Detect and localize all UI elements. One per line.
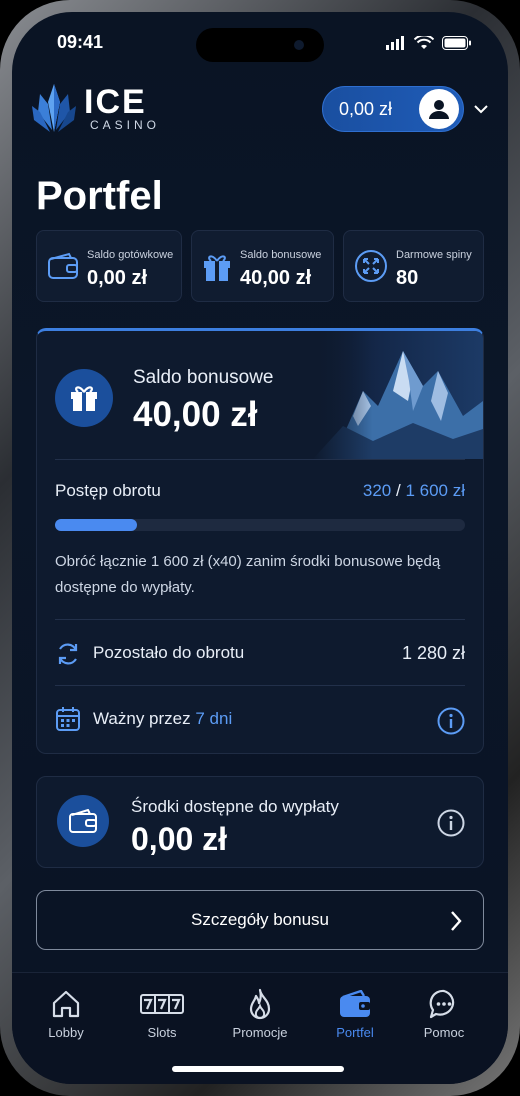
stat-value: 80 bbox=[396, 267, 419, 289]
withdrawable-label: Środki dostępne do wypłaty bbox=[131, 797, 339, 816]
bonus-balance-card: Saldo bonusowe 40,00 zł Postęp obrotu 32… bbox=[36, 328, 484, 754]
gift-icon bbox=[71, 386, 97, 411]
page-title: Portfel bbox=[36, 174, 163, 218]
stat-label: Darmowe spiny bbox=[396, 249, 472, 261]
ice-casino-logo[interactable]: ICE CASINO bbox=[30, 82, 160, 136]
nav-label: Promocje bbox=[232, 1025, 288, 1040]
status-time: 09:41 bbox=[57, 32, 104, 52]
wagering-progress-numbers: 320 / 1 600 zł bbox=[362, 481, 465, 500]
info-icon[interactable] bbox=[437, 707, 465, 735]
bonus-balance-label: Saldo bonusowe bbox=[133, 367, 274, 388]
bonus-details-button[interactable]: Szczegóły bonusu bbox=[36, 890, 484, 950]
gift-icon bbox=[204, 255, 230, 281]
screen: 09:41 ICE CASINO 0,00 zł Portfel Saldo g… bbox=[12, 12, 508, 1084]
dynamic-island bbox=[196, 28, 324, 62]
refresh-icon bbox=[58, 643, 78, 665]
nav-item-lobby[interactable]: Lobby bbox=[26, 987, 106, 1040]
crystal-logo-icon bbox=[32, 84, 76, 132]
bonus-gift-badge bbox=[55, 369, 113, 427]
remaining-wager-label: Pozostało do obrotu bbox=[93, 643, 245, 662]
calendar-icon bbox=[56, 707, 80, 731]
divider bbox=[55, 685, 465, 686]
account-balance-button[interactable]: 0,00 zł bbox=[322, 86, 464, 132]
divider bbox=[55, 459, 465, 460]
chevron-right-icon bbox=[451, 911, 462, 931]
slots-icon bbox=[140, 994, 184, 1014]
wifi-icon bbox=[414, 36, 434, 49]
signal-icon bbox=[386, 36, 404, 50]
wallet-icon bbox=[48, 252, 78, 279]
validity-row: Ważny przez 7 dni bbox=[93, 709, 232, 729]
logo-subtitle: CASINO bbox=[90, 118, 161, 132]
user-icon bbox=[429, 100, 449, 119]
nav-item-promotions[interactable]: Promocje bbox=[220, 987, 300, 1040]
wallet-icon bbox=[69, 809, 97, 833]
nav-label: Pomoc bbox=[423, 1025, 465, 1040]
spin-icon bbox=[355, 250, 387, 282]
stat-label: Saldo gotówkowe bbox=[87, 249, 174, 261]
validity-label: Ważny przez bbox=[93, 709, 191, 728]
avatar bbox=[419, 89, 459, 129]
nav-item-slots[interactable]: Slots bbox=[122, 987, 202, 1040]
chat-icon bbox=[429, 989, 455, 1019]
remaining-wager-value: 1 280 zł bbox=[401, 643, 465, 663]
wallet-icon bbox=[340, 990, 370, 1017]
info-icon[interactable] bbox=[437, 809, 465, 837]
ice-mountain-image bbox=[313, 331, 483, 459]
status-icons bbox=[386, 36, 472, 50]
stat-value: 0,00 zł bbox=[87, 267, 148, 289]
phone-frame: 09:41 ICE CASINO 0,00 zł Portfel Saldo g… bbox=[0, 0, 520, 1096]
wallet-badge bbox=[57, 795, 109, 847]
wagering-description: Obróć łącznie 1 600 zł (x40) zanim środk… bbox=[55, 553, 441, 596]
chevron-down-icon[interactable] bbox=[474, 104, 488, 114]
wagering-progress-fill bbox=[55, 519, 137, 531]
home-icon bbox=[52, 990, 80, 1018]
stat-free-spins: Darmowe spiny 80 bbox=[343, 230, 484, 302]
home-indicator[interactable] bbox=[172, 1066, 344, 1072]
nav-label: Lobby bbox=[48, 1025, 84, 1040]
logo-title: ICE bbox=[84, 83, 147, 121]
wagering-progress-label: Postęp obrotu bbox=[55, 481, 161, 500]
stat-cash-balance: Saldo gotówkowe 0,00 zł bbox=[36, 230, 182, 302]
wagering-progress-bar bbox=[55, 519, 465, 531]
stat-value: 40,00 zł bbox=[240, 267, 312, 289]
flame-icon bbox=[249, 988, 271, 1020]
header-balance: 0,00 zł bbox=[339, 98, 393, 119]
nav-item-wallet[interactable]: Portfel bbox=[315, 987, 395, 1040]
nav-label: Portfel bbox=[336, 1025, 374, 1040]
bonus-details-label: Szczegóły bonusu bbox=[191, 910, 329, 929]
withdrawable-value: 0,00 zł bbox=[131, 821, 228, 857]
battery-icon bbox=[442, 36, 471, 50]
bonus-balance-value: 40,00 zł bbox=[133, 395, 258, 434]
nav-item-help[interactable]: Pomoc bbox=[404, 987, 484, 1040]
stat-bonus-balance: Saldo bonusowe 40,00 zł bbox=[191, 230, 334, 302]
validity-value: 7 dni bbox=[195, 709, 233, 728]
nav-label: Slots bbox=[147, 1025, 177, 1040]
divider bbox=[55, 619, 465, 620]
stat-label: Saldo bonusowe bbox=[240, 249, 322, 261]
withdrawable-funds-card: Środki dostępne do wypłaty 0,00 zł bbox=[36, 776, 484, 868]
